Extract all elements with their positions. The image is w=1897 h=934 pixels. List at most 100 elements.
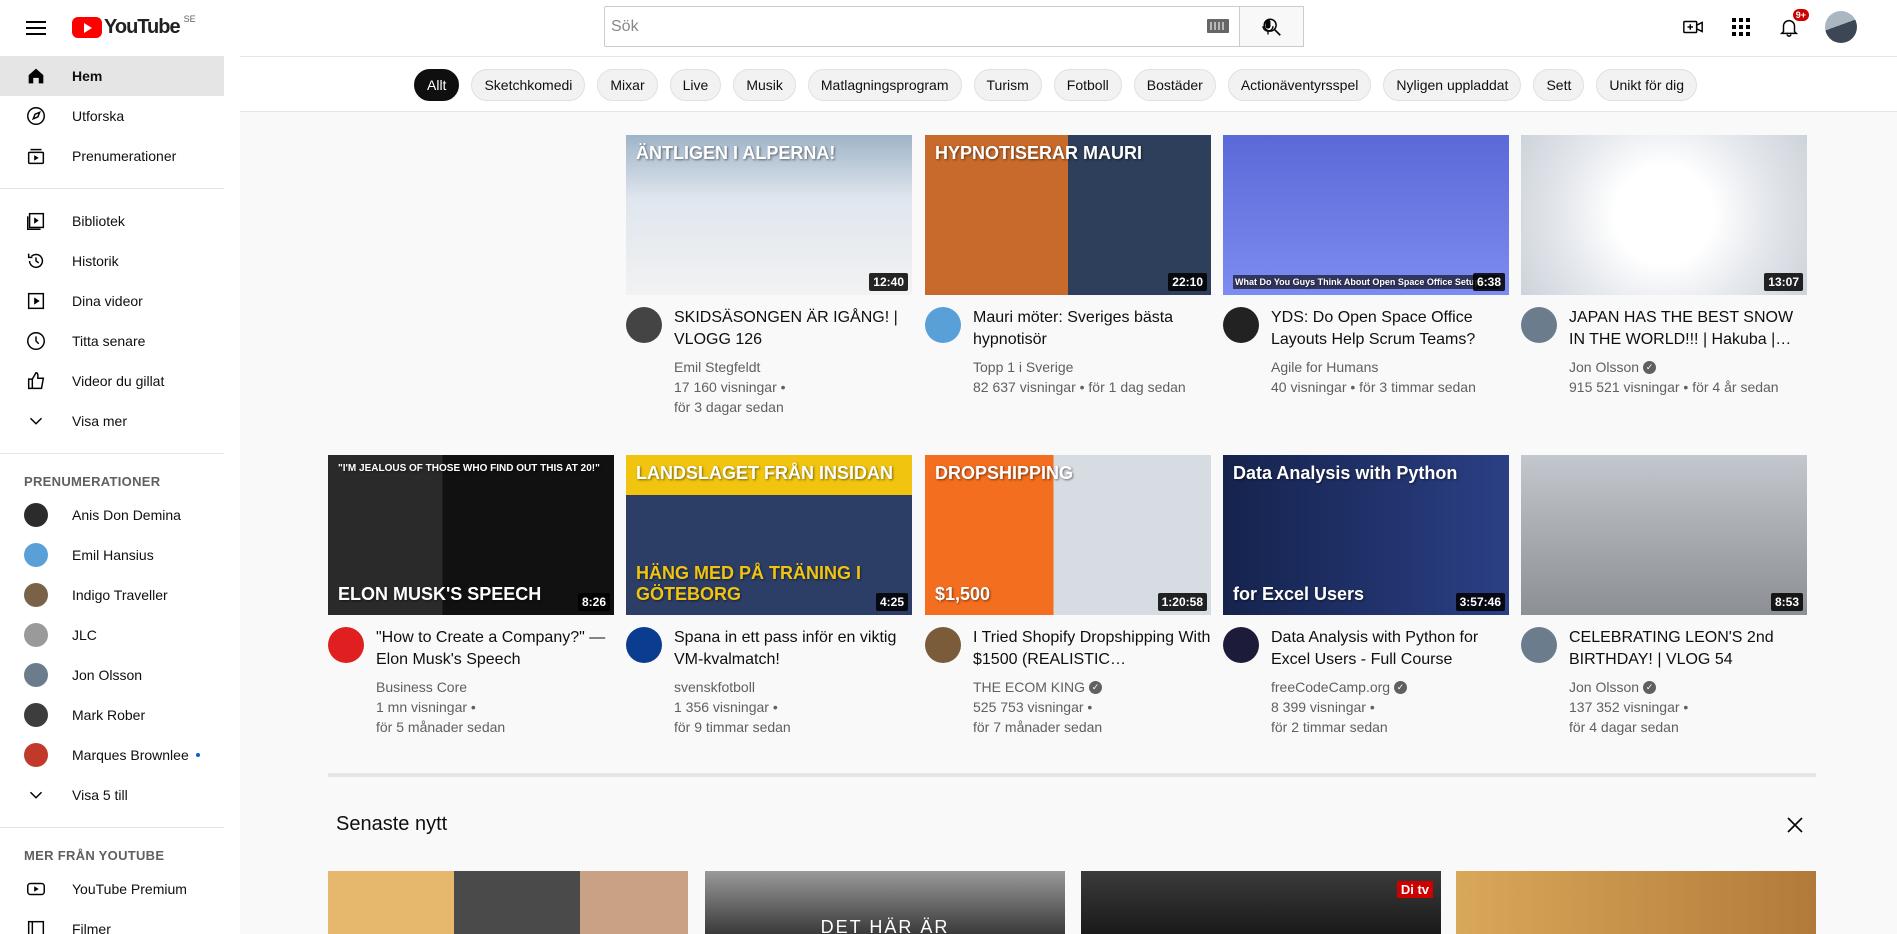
notifications-badge: 9+ bbox=[1792, 9, 1809, 21]
channel-name[interactable]: Jon Olsson bbox=[1569, 357, 1639, 377]
subscription-label: Anis Don Demina bbox=[72, 507, 181, 523]
sidebar-item-visa-mer[interactable]: Visa mer bbox=[0, 401, 224, 441]
video-thumbnail[interactable]: Data Analysis with Python for Excel Users… bbox=[1223, 455, 1509, 615]
channel-name[interactable]: Emil Stegfeldt bbox=[674, 357, 760, 377]
channel-avatar[interactable] bbox=[626, 627, 662, 663]
sidebar-item-bibliotek[interactable]: Bibliotek bbox=[0, 201, 224, 241]
filter-chip[interactable]: Bostäder bbox=[1133, 69, 1216, 101]
apps-grid-icon[interactable] bbox=[1729, 15, 1753, 39]
filter-chip[interactable]: Sketchkomedi bbox=[471, 69, 586, 101]
video-duration: 1:20:58 bbox=[1157, 593, 1207, 611]
video-title[interactable]: Spana in ett pass inför en viktig VM-kva… bbox=[674, 627, 912, 671]
filter-chip[interactable]: Matlagningsprogram bbox=[807, 69, 962, 101]
video-card[interactable]: LANDSLAGET FRÅN INSIDAN HÄNG MED PÅ TRÄNI… bbox=[626, 455, 912, 737]
filter-chip[interactable]: Fotboll bbox=[1053, 69, 1122, 101]
filter-chip[interactable]: Sett bbox=[1533, 69, 1585, 101]
channel-avatar[interactable] bbox=[925, 627, 961, 663]
subscription-item[interactable]: Mark Rober bbox=[0, 695, 224, 735]
masthead: YouTube SE 9+ bbox=[0, 0, 1897, 56]
video-title[interactable]: YDS: Do Open Space Office Layouts Help S… bbox=[1271, 307, 1509, 351]
video-card[interactable]: DROPSHIPPING $1,500 1:20:58 I Tried Shopi… bbox=[925, 455, 1211, 737]
subscription-item[interactable]: Marques Brownlee bbox=[0, 735, 224, 775]
video-card[interactable]: HYPNOTISERAR MAURI 22:10 Mauri möter: Sv… bbox=[925, 135, 1211, 397]
create-video-icon[interactable] bbox=[1681, 15, 1705, 39]
sidebar-item-prenumerationer[interactable]: Prenumerationer bbox=[0, 136, 224, 176]
video-duration: 8:26 bbox=[577, 593, 610, 611]
video-thumbnail[interactable]: What Do You Guys Think About Open Space … bbox=[1223, 135, 1509, 295]
channel-name[interactable]: Agile for Humans bbox=[1271, 357, 1378, 377]
video-thumbnail[interactable]: 13:07 bbox=[1521, 135, 1807, 295]
channel-avatar[interactable] bbox=[626, 307, 662, 343]
youtube-logo[interactable]: YouTube SE bbox=[72, 14, 196, 39]
subscription-item[interactable]: Emil Hansius bbox=[0, 535, 224, 575]
subscription-item[interactable]: Anis Don Demina bbox=[0, 495, 224, 535]
channel-avatar[interactable] bbox=[1521, 307, 1557, 343]
subscription-item[interactable]: Jon Olsson bbox=[0, 655, 224, 695]
channel-avatar[interactable] bbox=[1223, 307, 1259, 343]
video-title[interactable]: Data Analysis with Python for Excel User… bbox=[1271, 627, 1509, 671]
subscription-item[interactable]: Indigo Traveller bbox=[0, 575, 224, 615]
video-thumbnail[interactable]: ÄNTLIGEN I ALPERNA! 12:40 bbox=[626, 135, 912, 295]
sidebar-item-utforska[interactable]: Utforska bbox=[0, 96, 224, 136]
notifications-bell-icon[interactable]: 9+ bbox=[1777, 9, 1809, 39]
video-thumbnail[interactable]: "I'M JEALOUS OF THOSE WHO FIND OUT THIS … bbox=[328, 455, 614, 615]
channel-name[interactable]: svenskfotboll bbox=[674, 677, 755, 697]
menu-icon[interactable] bbox=[24, 16, 48, 40]
keyboard-icon[interactable] bbox=[1207, 19, 1229, 33]
sidebar-item-videor-du-gillat[interactable]: Videor du gillat bbox=[0, 361, 224, 401]
news-video-thumbnail[interactable] bbox=[1456, 871, 1816, 934]
video-title[interactable]: SKIDSÄSONGEN ÄR IGÅNG! | VLOGG 126 bbox=[674, 307, 912, 351]
sidebar-item-filmer[interactable]: Filmer bbox=[0, 909, 224, 934]
sidebar-item-hem[interactable]: Hem bbox=[0, 56, 224, 96]
sidebar-item-titta-senare[interactable]: Titta senare bbox=[0, 321, 224, 361]
video-thumbnail[interactable]: 8:53 bbox=[1521, 455, 1807, 615]
filter-chip[interactable]: Musik bbox=[733, 69, 796, 101]
filter-chip[interactable]: Actionäventyrsspel bbox=[1227, 69, 1372, 101]
subscription-item[interactable]: JLC bbox=[0, 615, 224, 655]
filter-chip[interactable]: Nyligen uppladdat bbox=[1383, 69, 1522, 101]
filter-chip[interactable]: Mixar bbox=[597, 69, 658, 101]
search-input[interactable] bbox=[605, 8, 1125, 45]
video-card[interactable]: 13:07 JAPAN HAS THE BEST SNOW IN THE WOR… bbox=[1521, 135, 1807, 397]
video-card[interactable]: 8:53 CELEBRATING LEON'S 2nd BIRTHDAY! | … bbox=[1521, 455, 1807, 737]
news-video-thumbnail[interactable]: DET HÄR ÄR bbox=[705, 871, 1065, 934]
account-avatar[interactable] bbox=[1825, 11, 1857, 43]
subscription-label: Indigo Traveller bbox=[72, 587, 168, 603]
channel-avatar[interactable] bbox=[328, 627, 364, 663]
video-title[interactable]: "How to Create a Company?" — Elon Musk's… bbox=[376, 627, 614, 671]
sidebar-divider bbox=[0, 188, 224, 189]
channel-name[interactable]: THE ECOM KING bbox=[973, 677, 1085, 697]
filter-chip[interactable]: Turism bbox=[973, 69, 1042, 101]
thumbnail-text: Data Analysis with Python bbox=[1233, 463, 1458, 483]
video-title[interactable]: CELEBRATING LEON'S 2nd BIRTHDAY! | VLOG … bbox=[1569, 627, 1807, 671]
show-more-subscriptions[interactable]: Visa 5 till bbox=[0, 775, 224, 815]
news-video-thumbnail[interactable]: Di tv bbox=[1081, 871, 1441, 934]
video-thumbnail[interactable]: LANDSLAGET FRÅN INSIDAN HÄNG MED PÅ TRÄNI… bbox=[626, 455, 912, 615]
video-age: för 4 dagar sedan bbox=[1569, 719, 1679, 735]
sidebar-item-youtube-premium[interactable]: YouTube Premium bbox=[0, 869, 224, 909]
filter-chip[interactable]: Allt bbox=[414, 69, 460, 101]
close-icon[interactable] bbox=[1783, 813, 1807, 837]
sidebar-item-dina-videor[interactable]: Dina videor bbox=[0, 281, 224, 321]
news-video-thumbnail[interactable] bbox=[328, 871, 688, 934]
video-thumbnail[interactable]: DROPSHIPPING $1,500 1:20:58 bbox=[925, 455, 1211, 615]
channel-avatar[interactable] bbox=[1521, 627, 1557, 663]
filter-chip[interactable]: Live bbox=[669, 69, 722, 101]
video-card[interactable]: What Do You Guys Think About Open Space … bbox=[1223, 135, 1509, 397]
video-title[interactable]: Mauri möter: Sveriges bästa hypnotisör bbox=[973, 307, 1211, 351]
channel-name[interactable]: freeCodeCamp.org bbox=[1271, 677, 1390, 697]
video-title[interactable]: JAPAN HAS THE BEST SNOW IN THE WORLD!!! … bbox=[1569, 307, 1807, 351]
voice-search-button[interactable] bbox=[1250, 9, 1286, 45]
video-card[interactable]: ÄNTLIGEN I ALPERNA! 12:40 SKIDSÄSONGEN Ä… bbox=[626, 135, 912, 417]
video-card[interactable]: "I'M JEALOUS OF THOSE WHO FIND OUT THIS … bbox=[328, 455, 614, 737]
channel-name[interactable]: Jon Olsson bbox=[1569, 677, 1639, 697]
sidebar-item-historik[interactable]: Historik bbox=[0, 241, 224, 281]
filter-chip[interactable]: Unikt för dig bbox=[1596, 69, 1698, 101]
video-card[interactable]: Data Analysis with Python for Excel Users… bbox=[1223, 455, 1509, 737]
channel-avatar[interactable] bbox=[925, 307, 961, 343]
channel-name[interactable]: Business Core bbox=[376, 677, 467, 697]
video-thumbnail[interactable]: HYPNOTISERAR MAURI 22:10 bbox=[925, 135, 1211, 295]
video-title[interactable]: I Tried Shopify Dropshipping With $1500 … bbox=[973, 627, 1211, 671]
channel-avatar[interactable] bbox=[1223, 627, 1259, 663]
channel-name[interactable]: Topp 1 i Sverige bbox=[973, 357, 1073, 377]
